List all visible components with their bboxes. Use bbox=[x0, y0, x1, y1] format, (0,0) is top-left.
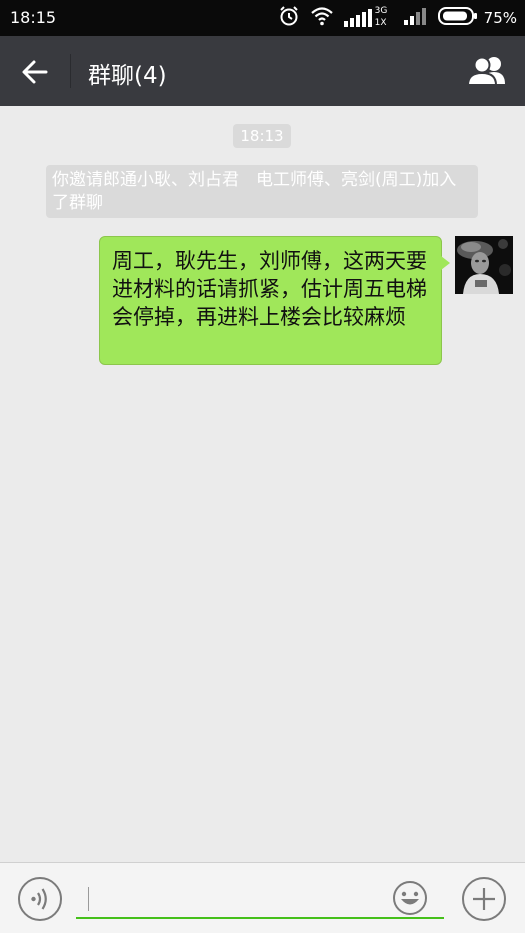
avatar[interactable] bbox=[455, 236, 513, 294]
back-button[interactable] bbox=[20, 56, 52, 88]
status-time: 18:15 bbox=[10, 8, 57, 27]
system-message: 你邀请郎通小耿、刘占君 电工师傅、亮剑(周工)加入了群聊 bbox=[46, 165, 478, 218]
input-bar bbox=[0, 862, 525, 933]
text-cursor bbox=[88, 887, 89, 911]
message-list[interactable]: 18:13 你邀请郎通小耿、刘占君 电工师傅、亮剑(周工)加入了群聊 周工，耿先… bbox=[0, 106, 525, 862]
message-input[interactable] bbox=[76, 879, 444, 919]
battery-percent: 75% bbox=[483, 9, 517, 27]
battery-icon bbox=[437, 7, 478, 29]
emoji-button[interactable] bbox=[392, 880, 428, 916]
bubble-tail bbox=[441, 256, 450, 270]
status-icons: 3G 1X 75% bbox=[268, 6, 517, 30]
group-members-button[interactable] bbox=[466, 54, 507, 88]
signal-icon bbox=[403, 7, 428, 29]
group-members-icon bbox=[466, 56, 505, 86]
chat-title: 群聊(4) bbox=[88, 63, 167, 89]
status-bar: 18:15 3G 1X 75% bbox=[0, 0, 525, 36]
voice-icon bbox=[18, 877, 62, 921]
chat-screen: 18:15 3G 1X 75% 群聊(4) 18:13 你邀请郎通小耿、刘占君 … bbox=[0, 0, 525, 933]
network-1x-label: 1X bbox=[374, 18, 387, 28]
wifi-icon bbox=[310, 6, 334, 30]
signal-icon: 3G 1X bbox=[343, 6, 394, 29]
more-options-button[interactable] bbox=[461, 876, 507, 922]
header-divider bbox=[70, 54, 71, 88]
message-bubble[interactable]: 周工，耿先生，刘师傅，这两天要进材料的话请抓紧，估计周五电梯会停掉，再进料上楼会… bbox=[99, 236, 442, 365]
plus-icon bbox=[462, 877, 506, 921]
alarm-icon bbox=[278, 5, 300, 31]
voice-button[interactable] bbox=[17, 876, 63, 922]
avatar-photo bbox=[455, 236, 513, 294]
back-arrow-icon bbox=[22, 60, 48, 84]
message-timestamp: 18:13 bbox=[233, 124, 291, 148]
chat-header: 群聊(4) bbox=[0, 36, 525, 106]
network-3g-label: 3G bbox=[374, 6, 388, 16]
emoji-icon bbox=[393, 881, 427, 915]
